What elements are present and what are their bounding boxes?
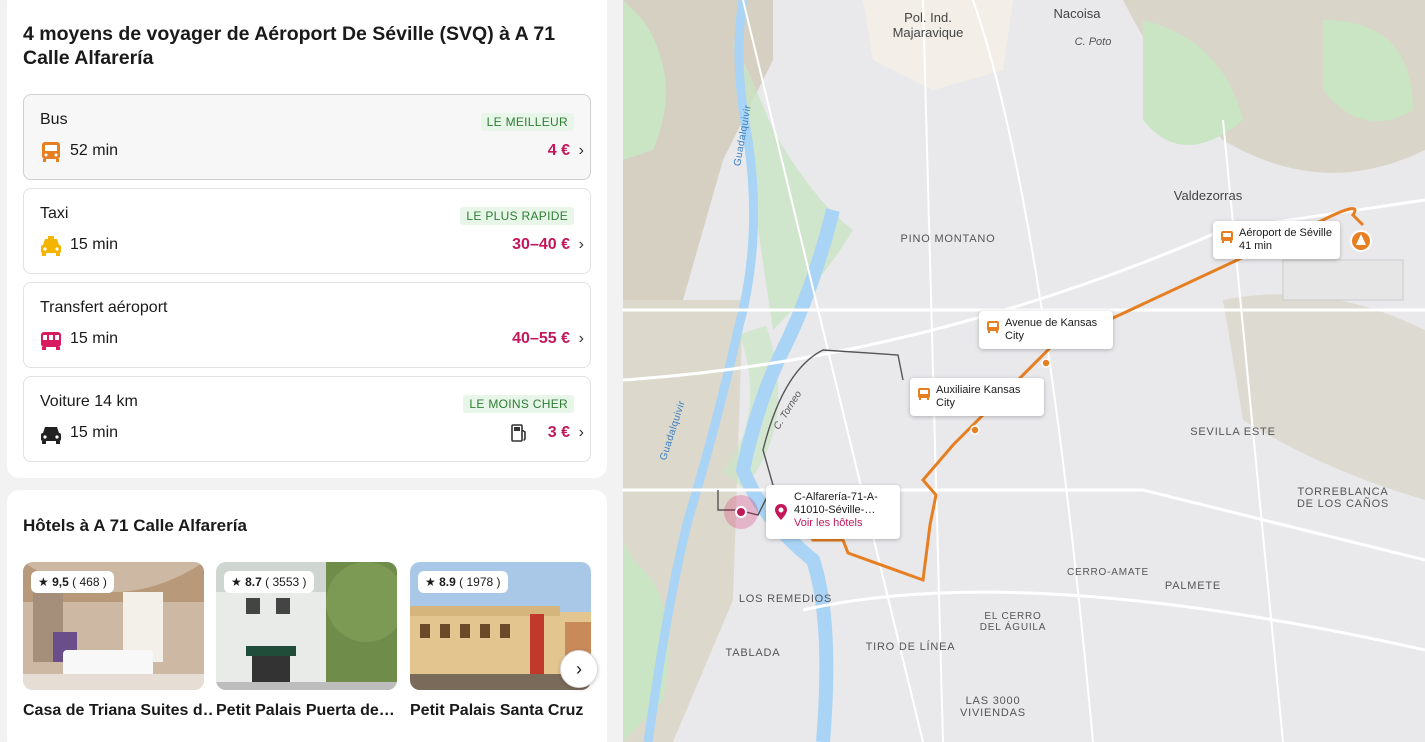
hotel-name[interactable]: Casa de Triana Suites d…: [23, 702, 213, 720]
best-badge: LE MEILLEUR: [480, 113, 574, 131]
option-airport-transfer[interactable]: Transfert aéroport 15 min 40–55 € ›: [23, 282, 591, 368]
map-label: PINO MONTANO: [900, 233, 996, 245]
option-name: Voiture 14 km: [40, 393, 138, 410]
chevron-right-icon: ›: [578, 424, 584, 441]
option-duration: 15 min: [70, 330, 119, 347]
hotel-name[interactable]: Petit Palais Puerta de…: [216, 702, 406, 720]
option-name: Bus: [40, 111, 68, 128]
route-map[interactable]: Pol. Ind. Majaravique Nacoisa C. Poto Val…: [623, 0, 1425, 742]
map-label: Nacoisa: [1053, 6, 1101, 21]
fastest-badge: LE PLUS RAPIDE: [460, 207, 574, 225]
left-panel: 4 moyens de voyager de Aéroport De Sévil…: [0, 0, 623, 742]
cheapest-badge: LE MOINS CHER: [463, 395, 574, 413]
option-duration: 52 min: [70, 142, 119, 159]
shuttle-icon: [41, 332, 61, 350]
star-icon: ★: [231, 575, 242, 589]
popup-subtitle: City: [936, 397, 955, 409]
fuel-pump-icon: [511, 424, 526, 442]
bus-icon: [987, 321, 999, 333]
bus-icon: [1221, 231, 1233, 243]
chevron-right-icon: ›: [578, 236, 584, 253]
airport-popup[interactable]: Aéroport de Séville 41 min: [1213, 221, 1340, 259]
star-icon: ★: [425, 575, 436, 589]
map-label: CERRO-AMATE: [1067, 567, 1149, 578]
kansas-city-popup[interactable]: Avenue de Kansas City: [979, 311, 1113, 349]
hotel-name[interactable]: Petit Palais Santa Cruz: [410, 702, 600, 720]
map-label: Pol. Ind. Majaravique: [892, 10, 964, 40]
destination-address: C-Alfarería-71-A-: [794, 491, 878, 503]
destination-popup[interactable]: C-Alfarería-71-A- 41010-Séville-… Voir l…: [766, 485, 900, 539]
auxiliaire-kansas-popup[interactable]: Auxiliaire Kansas City: [910, 378, 1044, 416]
popup-subtitle: 41 min: [1239, 240, 1273, 252]
hotel-photo: ★ 9,5 ( 468 ): [23, 562, 204, 690]
option-name: Taxi: [40, 205, 69, 222]
popup-subtitle: City: [1005, 330, 1024, 342]
map-label: EL CERRO DEL ÁGUILA: [979, 611, 1047, 633]
bus-icon: [42, 142, 60, 162]
option-duration: 15 min: [70, 424, 119, 441]
map-label: PALMETE: [1164, 580, 1222, 592]
popup-title: Auxiliaire Kansas: [936, 384, 1021, 396]
hotel-card[interactable]: ★ 9,5 ( 468 ) Casa de Triana Suites d…: [23, 562, 213, 720]
option-price: 30–40 €: [512, 236, 570, 253]
option-car[interactable]: Voiture 14 km LE MOINS CHER 15 min 3 € ›: [23, 376, 591, 462]
chevron-right-icon: ›: [576, 659, 582, 679]
hotels-card: Hôtels à A 71 Calle Alfarería ★ 9,5 ( 46…: [7, 490, 607, 742]
hotel-rating: ★ 8.7 ( 3553 ): [224, 571, 314, 593]
hotel-card[interactable]: ★ 8.9 ( 1978 ) Petit Palais Santa Cruz: [410, 562, 591, 720]
option-duration: 15 min: [70, 236, 119, 253]
map-label: LAS 3000 VIVIENDAS: [960, 695, 1026, 719]
transport-options-card: 4 moyens de voyager de Aéroport De Sévil…: [7, 0, 607, 478]
option-bus[interactable]: Bus LE MEILLEUR 52 min 4 € ›: [23, 94, 591, 180]
option-price: 4 €: [547, 142, 570, 159]
map-label: Valdezorras: [1173, 188, 1243, 203]
location-pin-icon: [775, 504, 787, 520]
taxi-icon: [41, 236, 61, 256]
hotel-card[interactable]: ★ 8.7 ( 3553 ) Petit Palais Puerta de…: [216, 562, 397, 720]
page-title: 4 moyens de voyager de Aéroport De Sévil…: [23, 23, 556, 69]
option-taxi[interactable]: Taxi LE PLUS RAPIDE 15 min 30–40 € ›: [23, 188, 591, 274]
hotel-rating: ★ 9,5 ( 468 ): [31, 571, 114, 593]
hotel-rating: ★ 8.9 ( 1978 ): [418, 571, 508, 593]
chevron-right-icon: ›: [578, 330, 584, 347]
popup-title: Avenue de Kansas: [1005, 317, 1098, 329]
map-label: TABLADA: [725, 647, 781, 659]
map-label: TIRO DE LÍNEA: [865, 641, 956, 653]
option-price: 3 €: [547, 424, 570, 441]
chevron-right-icon: ›: [578, 142, 584, 159]
popup-title: Aéroport de Séville: [1239, 227, 1332, 239]
destination-address-cont: 41010-Séville-…: [794, 504, 876, 516]
star-icon: ★: [38, 575, 49, 589]
map-label: SEVILLA ESTE: [1190, 426, 1276, 438]
map-label: TORREBLANCA DE LOS CAÑOS: [1296, 486, 1390, 510]
map-label: LOS REMEDIOS: [738, 593, 833, 605]
option-name: Transfert aéroport: [40, 299, 168, 316]
see-hotels-link[interactable]: Voir les hôtels: [794, 517, 892, 530]
hotels-title: Hôtels à A 71 Calle Alfarería: [23, 516, 247, 535]
hotel-photo: ★ 8.7 ( 3553 ): [216, 562, 397, 690]
option-price: 40–55 €: [512, 330, 570, 347]
next-hotels-button[interactable]: ›: [560, 650, 598, 688]
bus-icon: [918, 388, 930, 400]
map-label: C. Poto: [1074, 36, 1112, 48]
car-icon: [41, 427, 61, 444]
